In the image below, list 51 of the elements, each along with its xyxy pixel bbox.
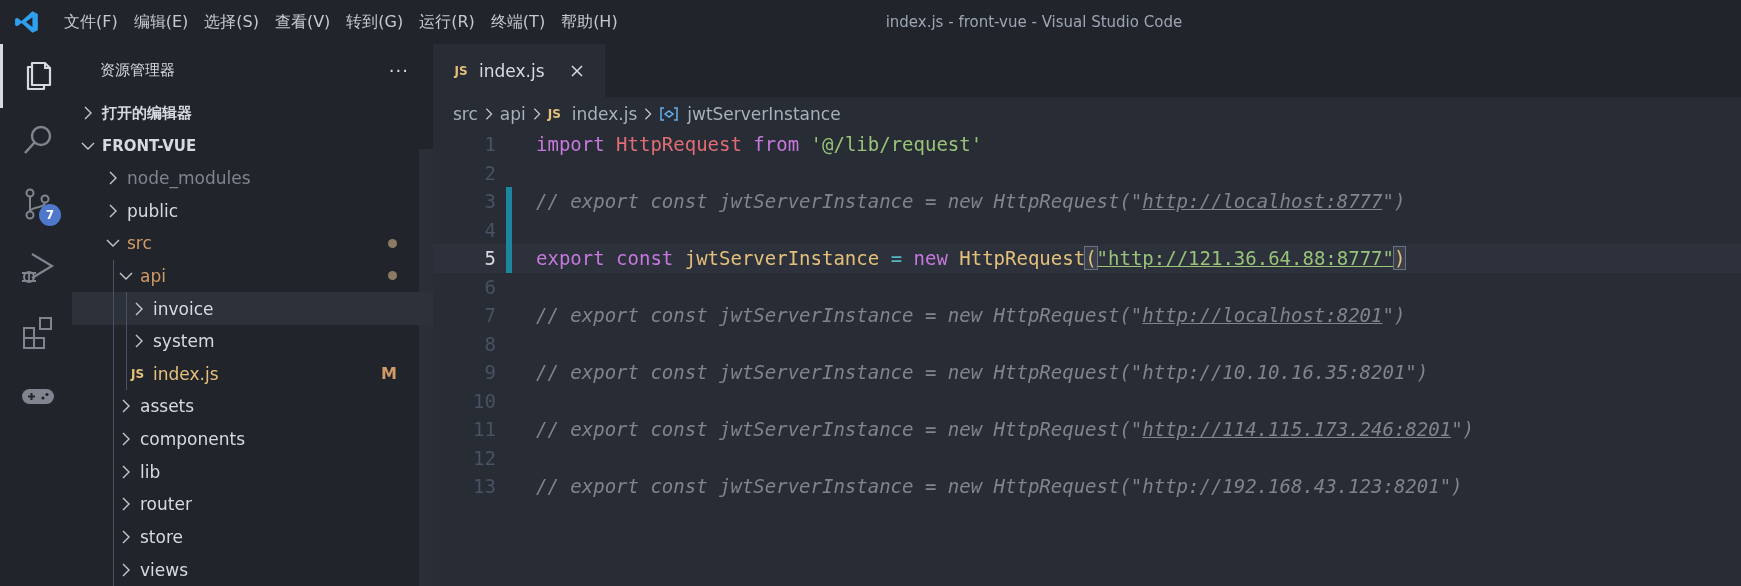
- code-line: // export const jwtServerInstance = new HttpRequest("http://192.168.43.123:8201"): [536, 475, 1463, 498]
- js-file-icon: JS: [547, 106, 564, 121]
- menu-item[interactable]: 帮助(H): [555, 7, 624, 37]
- tree-item[interactable]: lib: [72, 455, 433, 489]
- count-badge: 7: [39, 204, 61, 226]
- breadcrumb[interactable]: jwtServerInstance: [659, 103, 841, 124]
- menu-item[interactable]: 选择(S): [198, 7, 265, 37]
- breadcrumb[interactable]: JS index.js: [547, 103, 638, 124]
- menu-item[interactable]: 文件(F): [58, 7, 124, 37]
- menu-item[interactable]: 终端(T): [484, 7, 552, 37]
- activity-button[interactable]: 7: [0, 172, 72, 236]
- code-line: // export const jwtServerInstance = new HttpRequest("http://localhost:8201"): [536, 304, 1406, 327]
- tree-item[interactable]: public: [72, 194, 433, 227]
- section-label: FRONT-VUE: [102, 136, 197, 155]
- code-line: // export const jwtServerInstance = new HttpRequest("http://10.10.16.35:8201"): [536, 361, 1429, 384]
- code-line: export const jwtServerInstance = new HttpRequest("http://121.36.64.88:8777"): [536, 247, 1406, 270]
- modified-dot: [388, 271, 397, 281]
- menu-item[interactable]: 查看(V): [268, 7, 337, 37]
- code-line: // export const jwtServerInstance = new HttpRequest("http://localhost:8777"): [536, 190, 1406, 213]
- window-title: index.js - front-vue - Visual Studio Code: [885, 13, 1183, 31]
- breadcrumb[interactable]: api: [499, 103, 526, 124]
- close-icon[interactable]: [569, 62, 585, 79]
- menu-item[interactable]: 转到(G): [340, 7, 410, 37]
- js-file-icon: JS: [131, 366, 147, 381]
- tree-item[interactable]: store: [72, 520, 433, 554]
- tree-item[interactable]: assets: [72, 390, 433, 423]
- editor-tab[interactable]: JS index.js: [433, 44, 605, 97]
- tree-item[interactable]: router: [72, 488, 433, 521]
- git-status: M: [381, 364, 397, 384]
- tree-item[interactable]: JS index.js M: [72, 357, 433, 391]
- section-label: 打开的编辑器: [102, 103, 192, 123]
- tree-item[interactable]: system: [72, 324, 433, 358]
- line-number: 5: [433, 244, 512, 273]
- section-header[interactable]: 打开的编辑器: [72, 97, 433, 130]
- app-logo-icon: [14, 9, 40, 35]
- code-line: import HttpRequest from '@/lib/request': [536, 133, 983, 156]
- tree-item[interactable]: node_modules: [72, 161, 433, 195]
- tree-item[interactable]: invoice: [72, 292, 433, 325]
- panel-title: 资源管理器: [100, 61, 175, 80]
- tree-item[interactable]: components: [72, 422, 433, 456]
- breadcrumb[interactable]: src: [453, 103, 478, 124]
- section-header[interactable]: FRONT-VUE: [72, 129, 433, 162]
- more-button[interactable]: ···: [388, 60, 409, 81]
- tree-item[interactable]: src: [72, 226, 433, 260]
- variable-icon: [659, 105, 680, 122]
- tree-item[interactable]: views: [72, 553, 433, 586]
- js-file-icon: JS: [453, 63, 469, 78]
- code-line: // export const jwtServerInstance = new HttpRequest("http://114.115.173.246:8201"): [536, 418, 1474, 441]
- menu-item[interactable]: 运行(R): [413, 7, 481, 37]
- modified-dot: [388, 238, 397, 248]
- menu-item[interactable]: 编辑(E): [127, 7, 195, 37]
